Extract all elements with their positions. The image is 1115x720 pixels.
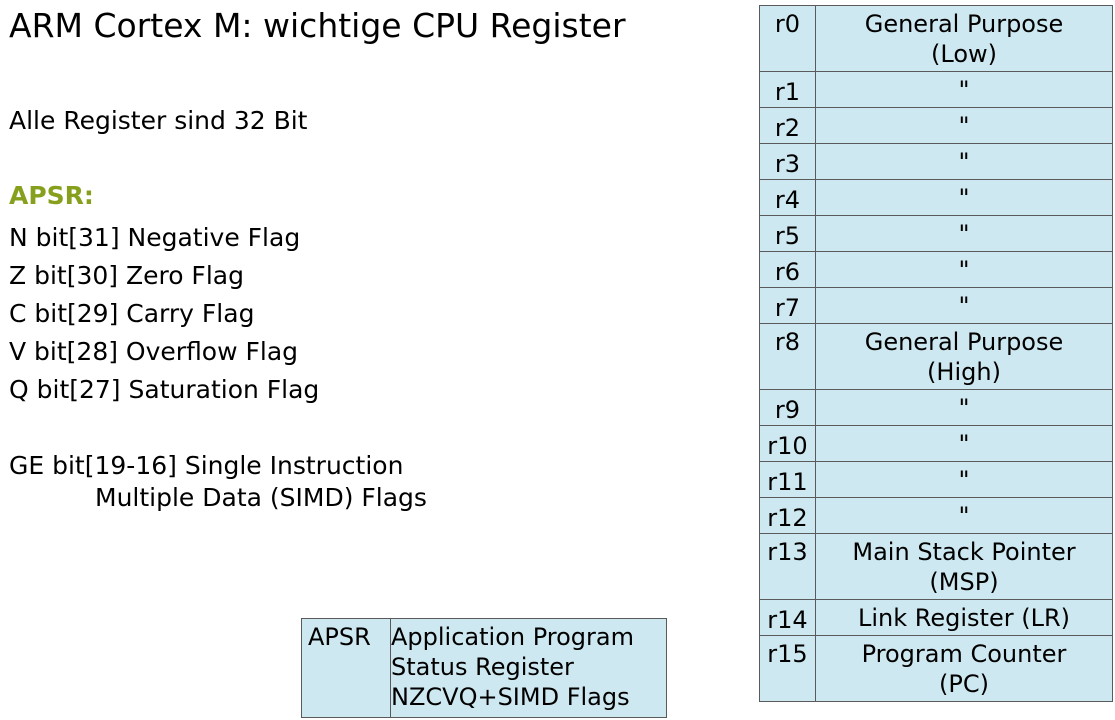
register-description: General Purpose (High) xyxy=(815,323,1113,390)
register-name: r7 xyxy=(759,287,816,324)
register-name: r2 xyxy=(759,107,816,144)
register-row: r2 " xyxy=(759,107,1113,144)
register-description: Link Register (LR) xyxy=(815,599,1113,636)
flag-item-v: V bit[28] Overflow Flag xyxy=(9,337,299,366)
register-name: r3 xyxy=(759,143,816,180)
page-title: ARM Cortex M: wichtige CPU Register xyxy=(9,6,626,45)
register-description: " xyxy=(815,389,1113,426)
register-row: r10 " xyxy=(759,425,1113,462)
register-description: " xyxy=(815,107,1113,144)
register-name: r14 xyxy=(759,599,816,636)
register-row: r14 Link Register (LR) xyxy=(759,599,1113,636)
register-row: r6 " xyxy=(759,251,1113,288)
register-name: r4 xyxy=(759,179,816,216)
register-description-line2: (PC) xyxy=(939,670,989,698)
register-name: r9 xyxy=(759,389,816,426)
flag-item-q: Q bit[27] Saturation Flag xyxy=(9,375,320,404)
register-name: r6 xyxy=(759,251,816,288)
apsr-register-box: APSR Application Program Status Register… xyxy=(301,618,667,718)
register-name: r11 xyxy=(759,461,816,498)
register-row: r1 " xyxy=(759,71,1113,108)
register-name: r8 xyxy=(759,323,816,390)
apsr-description: Application Program Status Register NZCV… xyxy=(390,618,667,718)
register-description-line2: (High) xyxy=(927,358,1001,386)
apsr-heading: APSR: xyxy=(9,181,94,210)
register-description: " xyxy=(815,179,1113,216)
register-name: r13 xyxy=(759,533,816,600)
register-description-line1: Program Counter xyxy=(861,640,1067,668)
apsr-description-line3: NZCVQ+SIMD Flags xyxy=(391,683,630,711)
register-description-line2: (MSP) xyxy=(929,568,999,596)
flag-list: N bit[31] Negative Flag Z bit[30] Zero F… xyxy=(9,219,319,409)
apsr-row: APSR Application Program Status Register… xyxy=(301,618,667,718)
register-description: " xyxy=(815,497,1113,534)
register-description-line1: General Purpose xyxy=(864,328,1064,356)
register-row: r13 Main Stack Pointer (MSP) xyxy=(759,533,1113,600)
register-description: " xyxy=(815,461,1113,498)
apsr-description-line2: Status Register xyxy=(391,653,574,681)
register-table: r0 General Purpose (Low) r1 " r2 " r3 " r… xyxy=(759,5,1113,702)
flag-item-z: Z bit[30] Zero Flag xyxy=(9,261,244,290)
register-description-line1: General Purpose xyxy=(864,10,1064,38)
register-name: r10 xyxy=(759,425,816,462)
register-row: r12 " xyxy=(759,497,1113,534)
ge-flag-description: GE bit[19-16] Single Instruction Multipl… xyxy=(9,450,427,514)
register-description: " xyxy=(815,143,1113,180)
register-row: r15 Program Counter (PC) xyxy=(759,635,1113,702)
register-description: General Purpose (Low) xyxy=(815,5,1113,72)
ge-flag-line1: GE bit[19-16] Single Instruction xyxy=(9,451,404,480)
register-description: " xyxy=(815,287,1113,324)
register-row: r3 " xyxy=(759,143,1113,180)
flag-item-n: N bit[31] Negative Flag xyxy=(9,223,301,252)
register-description: " xyxy=(815,215,1113,252)
register-row: r0 General Purpose (Low) xyxy=(759,5,1113,72)
register-row: r4 " xyxy=(759,179,1113,216)
register-name: r15 xyxy=(759,635,816,702)
apsr-description-line1: Application Program xyxy=(391,623,634,651)
register-description-line2: (Low) xyxy=(931,40,997,68)
register-row: r11 " xyxy=(759,461,1113,498)
apsr-name: APSR xyxy=(301,618,391,718)
register-description: " xyxy=(815,251,1113,288)
register-name: r0 xyxy=(759,5,816,72)
intro-text: Alle Register sind 32 Bit xyxy=(9,106,308,135)
register-description: " xyxy=(815,71,1113,108)
register-row: r9 " xyxy=(759,389,1113,426)
register-description: Program Counter (PC) xyxy=(815,635,1113,702)
register-row: r7 " xyxy=(759,287,1113,324)
register-row: r5 " xyxy=(759,215,1113,252)
register-description: Main Stack Pointer (MSP) xyxy=(815,533,1113,600)
register-description: " xyxy=(815,425,1113,462)
register-name: r1 xyxy=(759,71,816,108)
register-description-line1: Main Stack Pointer xyxy=(852,538,1076,566)
register-name: r12 xyxy=(759,497,816,534)
register-row: r8 General Purpose (High) xyxy=(759,323,1113,390)
ge-flag-line2: Multiple Data (SIMD) Flags xyxy=(95,483,427,512)
register-name: r5 xyxy=(759,215,816,252)
flag-item-c: C bit[29] Carry Flag xyxy=(9,299,255,328)
